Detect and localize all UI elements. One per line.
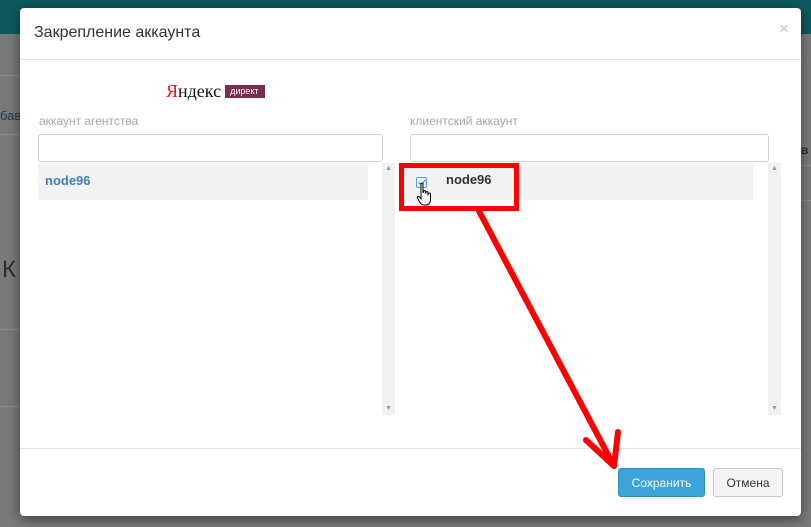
annotation-arrow xyxy=(476,208,621,469)
annotation-arrow-shaft xyxy=(476,208,617,469)
hand-pointer-icon xyxy=(416,182,431,206)
